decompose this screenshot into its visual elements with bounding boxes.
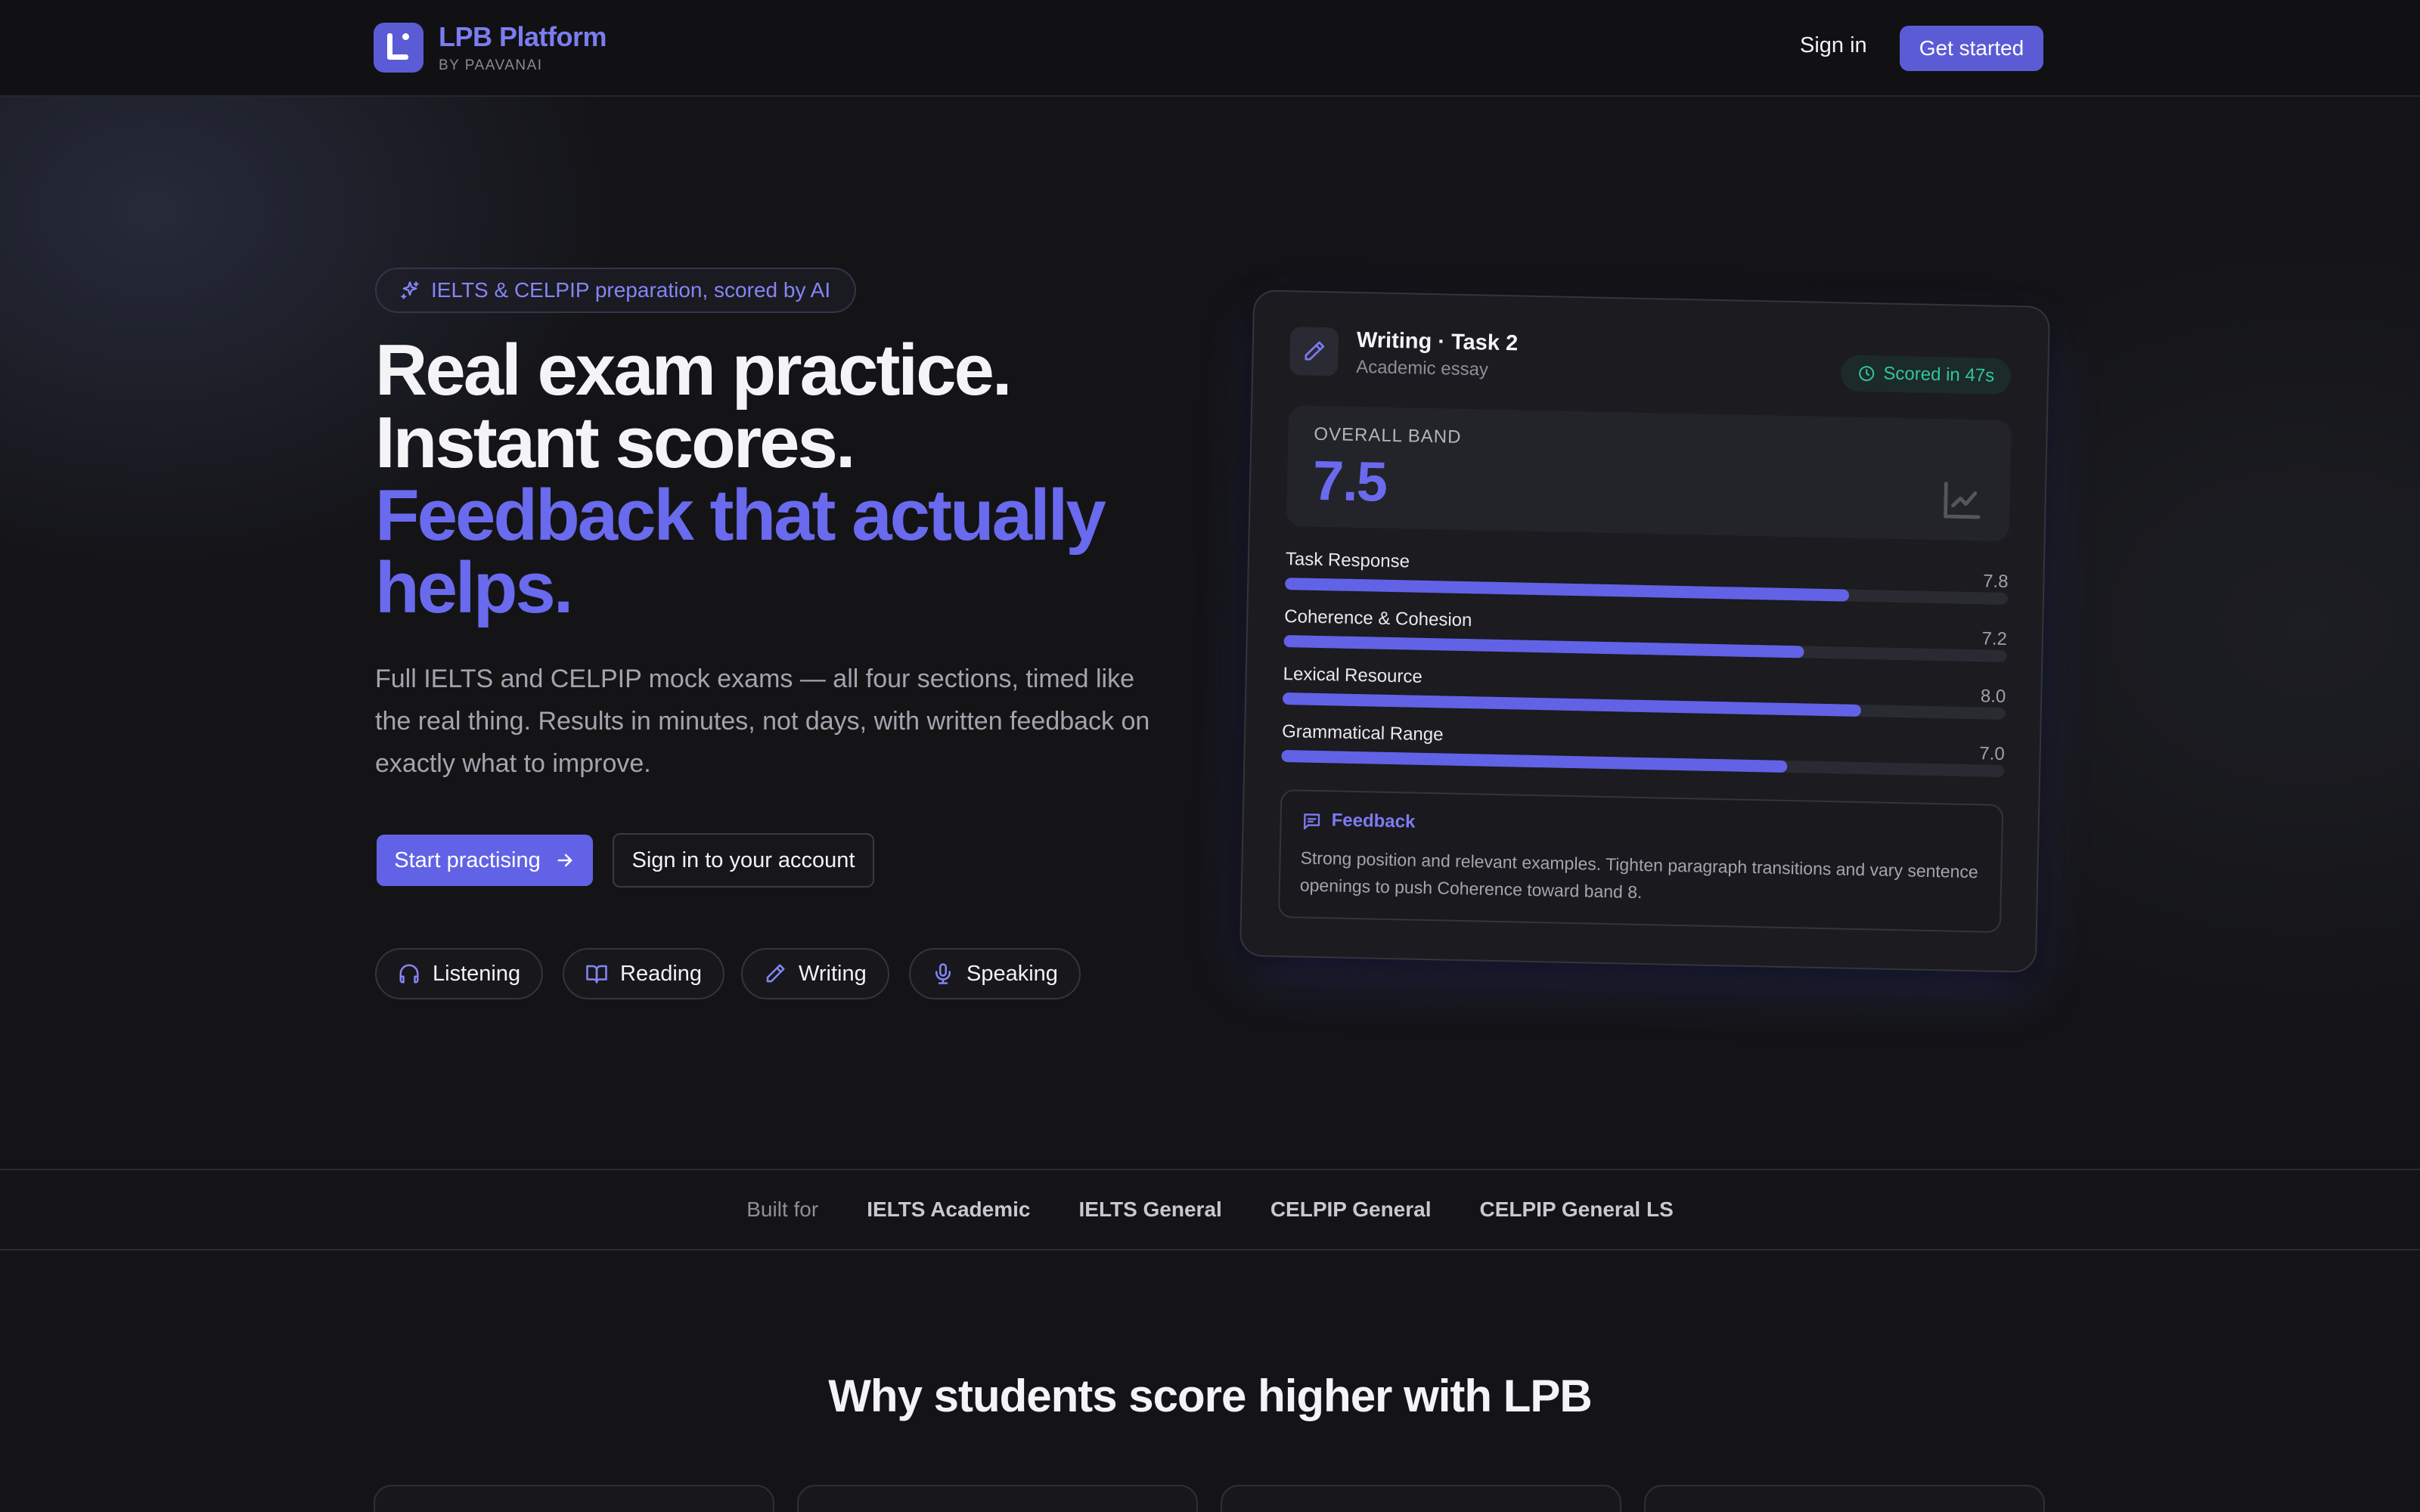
card-pencil-icon [1289,327,1339,376]
band-label: OVERALL BAND [1314,423,1462,448]
criterion-fill [1281,749,1788,773]
scored-badge: Scored in 47s [1840,355,2012,395]
criterion-fill [1282,692,1861,717]
microphone-icon [935,963,951,984]
criterion-label: Coherence & Cohesion [1284,606,1472,631]
chip-speaking[interactable]: Speaking [909,948,1081,999]
clock-icon [1859,366,1875,382]
hero-description: Full IELTS and CELPIP mock exams — all f… [375,665,1150,778]
brand-subtitle: BY PAAVANAI [439,57,543,73]
feedback-box: Feedback Strong position and relevant ex… [1277,789,2004,933]
exam-ielts-academic: IELTS Academic [867,1198,1031,1221]
feature-card [797,1485,1198,1512]
criterion-track [1285,578,2009,606]
criterion-lexical: Lexical Resource 8.0 [1282,663,2006,726]
criterion-value: 7.2 [1981,628,2008,650]
criterion-fill [1283,635,1804,658]
hero-headline: Real exam practice. Instant scores. Feed… [375,330,1106,628]
headline-line-1: Real exam practice. [375,330,1013,411]
chip-label: Writing [799,961,867,986]
start-practising-button[interactable]: Start practising [377,835,593,886]
feedback-title: Feedback [1331,810,1416,832]
criterion-track [1283,635,2007,663]
start-practising-label: Start practising [394,847,541,872]
why-section-title: Why students score higher with LPB [828,1371,1592,1421]
criterion-coherence: Coherence & Cohesion 7.2 [1283,606,2007,668]
hero-badge: IELTS & CELPIP preparation, scored by AI [375,268,857,313]
criterion-track [1281,749,2005,777]
message-icon [1303,813,1320,830]
chip-reading[interactable]: Reading [563,948,725,999]
criterion-value: 7.8 [1982,571,2009,593]
logo-icon[interactable] [374,23,424,73]
nav-signin-link[interactable]: Sign in [1800,33,1867,58]
exam-celpip-general: CELPIP General [1270,1198,1432,1221]
brand-name[interactable]: LPB Platform [439,21,607,53]
sparkles-icon [401,281,419,299]
exam-ielts-general: IELTS General [1078,1198,1222,1221]
top-nav: LPB Platform BY PAAVANAI Sign in Get sta… [0,0,2420,97]
chart-line-icon [1944,482,1981,519]
hero-background [0,97,2420,1170]
criterion-task-response: Task Response 7.8 [1285,549,2009,611]
feedback-text: Strong position and relevant examples. T… [1299,847,1978,902]
scored-text: Scored in 47s [1883,363,1995,386]
card-title: Writing · Task 2 [1356,327,1519,356]
chip-label: Listening [433,961,521,986]
pencil-icon [766,964,785,983]
chip-writing[interactable]: Writing [741,948,889,999]
headphones-icon [399,964,419,984]
headline-line-2: Instant scores. [375,402,856,483]
chip-listening[interactable]: Listening [375,948,544,999]
built-for-lead: Built for [746,1198,819,1221]
criterion-track [1282,692,2006,720]
feature-card [1644,1485,2045,1512]
headline-accent-2: helps. [375,547,573,628]
signin-account-button[interactable]: Sign in to your account [613,833,874,888]
feature-card [374,1485,774,1512]
card-subtitle: Academic essay [1355,356,1489,380]
overall-band-box: OVERALL BAND 7.5 [1286,405,2012,542]
criterion-label: Grammatical Range [1281,720,1444,745]
criterion-value: 8.0 [1980,686,2006,708]
get-started-button[interactable]: Get started [1900,26,2043,71]
arrow-right-icon [557,854,572,867]
hero-badge-text: IELTS & CELPIP preparation, scored by AI [431,278,831,302]
feature-card [1221,1485,1621,1512]
built-for-strip: Built for IELTS Academic IELTS General C… [0,1169,2420,1250]
exam-celpip-general-ls: CELPIP General LS [1479,1198,1674,1221]
score-preview-card: Writing · Task 2 Academic essay Scored i… [1239,290,2051,973]
criterion-value: 7.0 [1979,743,2005,764]
criterion-grammar: Grammatical Range 7.0 [1281,721,2005,783]
book-open-icon [586,965,607,984]
criterion-fill [1285,578,1849,602]
criterion-label: Lexical Resource [1283,663,1423,687]
headline-accent-1: Feedback that actually [375,475,1106,556]
criterion-label: Task Response [1285,549,1410,572]
band-value: 7.5 [1312,448,1387,513]
chip-label: Speaking [966,961,1058,986]
chip-label: Reading [620,961,703,986]
